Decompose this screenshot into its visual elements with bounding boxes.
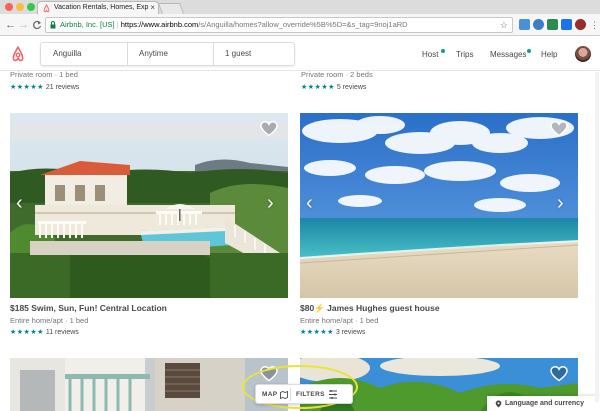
secure-org-label: Airbnb, Inc. [US]: [60, 20, 115, 29]
dates-field[interactable]: Anytime: [127, 43, 213, 65]
listing-rating: ★★★★★ 21 reviews: [10, 83, 79, 91]
carousel-next-icon[interactable]: ›: [267, 193, 274, 213]
back-icon[interactable]: ←: [5, 18, 16, 32]
listing-photo-villa[interactable]: ‹ ›: [10, 113, 288, 298]
browser-toolbar: ← → Airbnb, Inc. [US] | https://www.airb…: [0, 14, 600, 36]
review-count: 11 reviews: [45, 329, 79, 336]
nav-trips[interactable]: Trips: [456, 50, 473, 59]
filters-button[interactable]: FILTERS: [296, 391, 325, 398]
close-window-button[interactable]: [5, 3, 13, 11]
listing-price: $80: [300, 303, 315, 313]
reload-icon[interactable]: [32, 20, 42, 30]
save-heart-icon[interactable]: [550, 121, 568, 137]
tab-close-icon[interactable]: ×: [150, 2, 155, 14]
listing-subtitle: Entire home/apt · 1 bed: [10, 316, 89, 325]
nav-help[interactable]: Help: [541, 50, 557, 59]
carousel-prev-icon[interactable]: ‹: [16, 193, 23, 213]
url-path: /s/Anguilla/homes?allow_override%5B%5D=&…: [198, 20, 408, 29]
extension-green-icon[interactable]: [547, 19, 558, 30]
listing-subtitle: Entire home/apt · 1 bed: [300, 316, 379, 325]
map-icon[interactable]: [280, 391, 288, 399]
new-tab-button[interactable]: [157, 3, 185, 14]
review-count: 5 reviews: [336, 84, 367, 91]
review-count: 21 reviews: [45, 84, 80, 91]
host-notification-dot: [441, 49, 445, 53]
page-scrollbar[interactable]: [595, 72, 599, 402]
carousel-next-icon[interactable]: ›: [557, 193, 564, 213]
villa-pool-photo: [10, 113, 288, 298]
site-header: Anguilla Anytime 1 guest Host Trips Mess…: [0, 37, 600, 71]
review-count: 3 reviews: [335, 329, 366, 336]
nav-messages[interactable]: Messages: [490, 50, 526, 59]
minimize-window-button[interactable]: [16, 3, 24, 11]
listing-name: James Hughes guest house: [327, 303, 440, 313]
chrome-menu-icon[interactable]: ⋮: [590, 18, 599, 32]
extension-circle-icon[interactable]: [533, 19, 544, 30]
save-heart-icon[interactable]: [260, 121, 278, 137]
messages-notification-dot: [527, 49, 531, 53]
map-filters-bar: MAP FILTERS: [255, 384, 353, 404]
lock-icon: [50, 21, 56, 29]
airbnb-favicon-icon: [43, 4, 50, 13]
guests-field[interactable]: 1 guest: [213, 43, 295, 65]
browser-tab[interactable]: Vacation Rentals, Homes, Exp ×: [37, 1, 159, 15]
beach-photo: [300, 113, 578, 298]
address-bar[interactable]: Airbnb, Inc. [US] | https://www.airbnb.c…: [45, 17, 513, 33]
listing-subtitle: Private room · 2 beds: [301, 70, 373, 79]
filters-icon[interactable]: [328, 390, 338, 399]
listing-photo-beach[interactable]: ‹ ›: [300, 113, 578, 298]
extension-blue-icon[interactable]: [519, 19, 530, 30]
listing-subtitle: Private room · 1 bed: [10, 70, 78, 79]
listing-title[interactable]: $80⚡ James Hughes guest house: [300, 303, 440, 314]
save-heart-icon[interactable]: [550, 366, 568, 382]
nav-host[interactable]: Host: [422, 50, 438, 59]
instant-book-icon: ⚡: [314, 303, 325, 313]
rating-stars-icon: ★★★★★: [10, 329, 44, 336]
rating-stars-icon: ★★★★★: [301, 84, 335, 91]
browser-tab-bar: Vacation Rentals, Homes, Exp ×: [0, 0, 600, 15]
airbnb-logo-icon[interactable]: [10, 45, 26, 63]
map-button[interactable]: MAP: [262, 391, 277, 398]
bookmark-star-icon[interactable]: ☆: [500, 18, 508, 32]
language-currency-button[interactable]: Language and currency: [487, 396, 600, 411]
profile-avatar-icon[interactable]: [575, 19, 586, 30]
user-avatar[interactable]: [575, 46, 591, 62]
rating-stars-icon: ★★★★★: [300, 329, 334, 336]
listing-rating: ★★★★★ 3 reviews: [300, 328, 365, 336]
maximize-window-button[interactable]: [27, 3, 35, 11]
language-currency-label: Language and currency: [505, 400, 584, 407]
location-pin-icon: [495, 400, 502, 408]
search-bar: Anguilla Anytime 1 guest: [40, 42, 295, 66]
location-field[interactable]: Anguilla: [41, 43, 127, 65]
rating-stars-icon: ★★★★★: [10, 84, 44, 91]
listing-name: Swim, Sun, Fun! Central Location: [31, 303, 167, 313]
listing-rating: ★★★★★ 5 reviews: [301, 83, 366, 91]
extension-doc-icon[interactable]: [561, 19, 572, 30]
listing-rating: ★★★★★ 11 reviews: [10, 328, 79, 336]
url-host: https://www.airbnb.com: [120, 20, 199, 29]
listing-title[interactable]: $185 Swim, Sun, Fun! Central Location: [10, 303, 167, 313]
forward-icon[interactable]: →: [18, 18, 29, 32]
carousel-prev-icon[interactable]: ‹: [306, 193, 313, 213]
tab-title: Vacation Rentals, Homes, Exp: [54, 4, 149, 11]
listing-price: $185: [10, 303, 29, 313]
